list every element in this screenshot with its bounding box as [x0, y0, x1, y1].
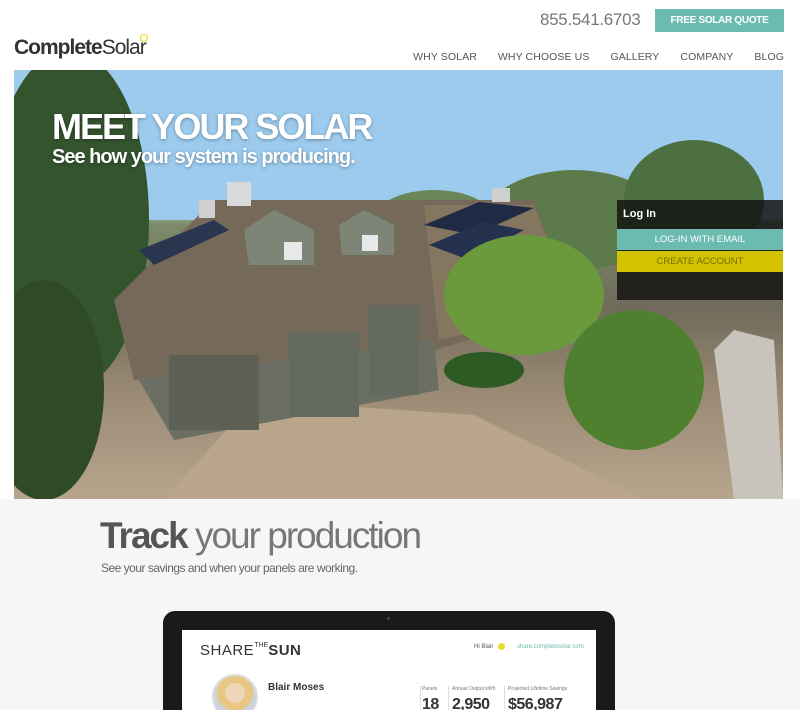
stat-value-savings: $56,987 [508, 696, 563, 710]
status-dot-icon [498, 643, 505, 650]
stat-label-savings: Projected Lifetime Savings [508, 686, 568, 692]
stat-value-output: 2,950 [452, 696, 490, 710]
nav-company[interactable]: COMPANY [680, 51, 733, 63]
stat-divider [504, 686, 505, 710]
free-quote-button[interactable]: FREE SOLAR QUOTE [655, 9, 784, 32]
track-production-section: Track your production See your savings a… [0, 499, 800, 710]
stat-label-panels: Panels [422, 686, 438, 692]
nav-blog[interactable]: BLOG [754, 51, 784, 63]
create-account-button[interactable]: CREATE ACCOUNT [617, 251, 783, 272]
login-panel: Log In LOG-IN WITH EMAIL CREATE ACCOUNT [617, 200, 783, 300]
the-text: THE [254, 642, 269, 649]
camera-dot [387, 617, 390, 620]
stat-divider [420, 686, 421, 710]
section-title-bold: Track [100, 515, 189, 556]
stat-value-panels: 18 [422, 696, 439, 710]
site-link[interactable]: share.completesolar.com [517, 644, 584, 650]
nav-gallery[interactable]: GALLERY [610, 51, 659, 63]
login-title: Log In [623, 208, 656, 220]
share-text: SHARE [200, 642, 255, 659]
hero-title: MEET YOUR SOLAR [52, 106, 373, 147]
stat-label-output: Annual Output kWh [452, 686, 496, 692]
site-header: CompleteSolar 855.541.6703 FREE SOLAR QU… [0, 0, 800, 70]
nav-why-solar[interactable]: WHY SOLAR [413, 51, 477, 63]
phone-number[interactable]: 855.541.6703 [540, 10, 641, 30]
share-the-sun-logo: SHARETHESUN [200, 642, 301, 659]
logo-text-bold: Complete [14, 36, 103, 59]
dashboard-screen: SHARETHESUN Hi Blair share.completesolar… [182, 630, 596, 710]
section-title-rest: your production [186, 515, 422, 556]
logo-text-light: Solar [101, 36, 147, 59]
sun-text: SUN [268, 642, 302, 659]
login-with-email-button[interactable]: LOG-IN WITH EMAIL [617, 229, 783, 250]
section-title: Track your production [100, 515, 422, 557]
section-subtitle: See your savings and when your panels ar… [101, 561, 358, 575]
greeting: Hi Blair [474, 644, 494, 650]
sun-icon [140, 34, 148, 42]
laptop-mockup: SHARETHESUN Hi Blair share.completesolar… [163, 611, 615, 710]
nav-why-choose-us[interactable]: WHY CHOOSE US [498, 51, 590, 63]
stat-divider [448, 686, 449, 710]
avatar [212, 674, 258, 710]
user-name: Blair Moses [268, 682, 325, 693]
hero-subtitle: See how your system is producing. [52, 146, 356, 168]
logo[interactable]: CompleteSolar [14, 34, 148, 60]
main-nav: WHY SOLAR WHY CHOOSE US GALLERY COMPANY … [413, 51, 784, 63]
